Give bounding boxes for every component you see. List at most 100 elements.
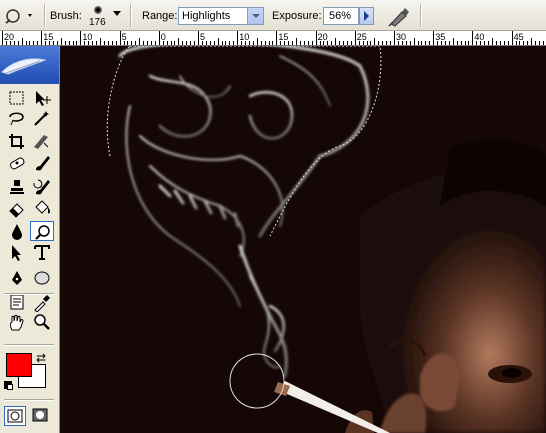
ruler-minor-tick (503, 41, 505, 45)
history-brush-tool[interactable] (30, 177, 54, 197)
ruler-minor-tick (9, 41, 11, 45)
ruler-minor-tick (484, 41, 486, 45)
arrow-pointer-icon (12, 245, 21, 261)
type-tool[interactable] (30, 242, 54, 262)
ruler-minor-tick (127, 41, 129, 45)
ruler-minor-tick (248, 41, 250, 45)
ruler-minor-tick (280, 41, 282, 45)
ruler-major-tick (511, 31, 513, 45)
slice-tool[interactable] (30, 131, 54, 151)
ellipse-tool[interactable] (30, 268, 54, 288)
ruler-minor-tick (296, 38, 297, 45)
move-tool[interactable] (30, 88, 54, 108)
dodge-tool[interactable] (30, 221, 54, 241)
pen-icon (12, 271, 22, 285)
quick-mask-button[interactable] (30, 406, 52, 426)
ruler-minor-tick (170, 41, 172, 45)
ruler-minor-tick (441, 41, 443, 45)
swap-colors-icon[interactable]: ⇄ (36, 351, 46, 365)
hand-icon (10, 314, 24, 331)
exposure-value: 56% (329, 10, 352, 22)
ruler-minor-tick (452, 38, 454, 45)
airbrush-button[interactable] (386, 4, 412, 28)
tool-preset-picker[interactable] (2, 5, 38, 26)
ruler-minor-tick (17, 41, 19, 45)
ruler-minor-tick (45, 41, 47, 45)
document-canvas[interactable] (60, 46, 546, 433)
ruler-minor-tick (405, 41, 407, 45)
ruler-minor-tick (68, 41, 70, 45)
ruler-minor-tick (182, 41, 184, 45)
ruler-minor-tick (350, 41, 352, 45)
exposure-field[interactable]: 56% (323, 7, 359, 25)
ruler-minor-tick (13, 41, 15, 45)
ruler-minor-tick (319, 41, 321, 45)
ruler-minor-tick (96, 41, 98, 45)
ruler-minor-tick (56, 41, 58, 45)
ruler-minor-tick (201, 41, 203, 45)
ruler-major-tick (80, 31, 82, 45)
ruler-major-tick (237, 31, 239, 45)
horizontal-ruler: 20 15 10 5 0 5 10 15 20 25 30 35 40 45 (0, 31, 546, 46)
hand-tool[interactable] (5, 312, 29, 332)
ruler-minor-tick (268, 41, 270, 45)
clone-stamp-tool[interactable] (5, 177, 29, 197)
zoom-tool[interactable] (30, 312, 54, 332)
brush-tool[interactable] (30, 153, 54, 173)
ellipse-icon (34, 271, 50, 285)
foreground-color-swatch[interactable] (6, 353, 32, 377)
ruler-minor-tick (260, 41, 262, 45)
lasso-tool[interactable] (5, 108, 29, 128)
range-value: Highlights (182, 10, 231, 22)
pen-tool[interactable] (5, 268, 29, 288)
lasso-icon (9, 112, 24, 126)
ruler-minor-tick (5, 41, 7, 45)
standard-mode-button[interactable] (4, 406, 26, 426)
ruler-minor-tick (476, 41, 478, 45)
ruler-minor-tick (217, 38, 219, 45)
brush-preset-picker[interactable]: 176 (84, 2, 114, 29)
ruler-minor-tick (205, 41, 207, 45)
standard-mode-icon (7, 409, 23, 423)
move-icon (36, 91, 51, 106)
ruler-minor-tick (417, 41, 419, 45)
quick-mask-icon (32, 408, 48, 422)
ruler-major-tick (2, 31, 3, 45)
magic-wand-tool[interactable] (30, 108, 54, 128)
paint-bucket-tool[interactable] (30, 198, 54, 218)
eyedropper-tool[interactable] (30, 292, 54, 312)
ruler-major-tick (198, 31, 199, 45)
ruler-minor-tick (284, 41, 286, 45)
ruler-minor-tick (339, 41, 341, 45)
default-colors-icon[interactable] (4, 381, 13, 390)
ruler-minor-tick (131, 41, 133, 45)
bucket-icon (35, 200, 50, 214)
ruler-minor-tick (527, 41, 529, 45)
healing-brush-tool[interactable] (5, 153, 29, 173)
ruler-minor-tick (194, 41, 196, 45)
ruler-minor-tick (29, 41, 31, 45)
ruler-minor-tick (460, 41, 462, 45)
ruler-minor-tick (209, 41, 211, 45)
notes-tool[interactable] (5, 292, 29, 312)
exposure-slider-button[interactable] (359, 7, 374, 25)
ruler-minor-tick (382, 41, 384, 45)
ruler-minor-tick (421, 41, 423, 45)
ruler-minor-tick (264, 41, 266, 45)
eraser-tool[interactable] (5, 198, 29, 218)
ruler-minor-tick (331, 41, 333, 45)
ruler-minor-tick (409, 41, 411, 45)
ruler-major-tick (472, 31, 474, 45)
ruler-minor-tick (190, 41, 192, 45)
ruler-minor-tick (111, 41, 113, 45)
range-select[interactable]: Highlights (178, 7, 264, 25)
marquee-tool[interactable] (5, 88, 29, 108)
ruler-minor-tick (480, 41, 482, 45)
ruler-minor-tick (346, 41, 348, 45)
ruler-minor-tick (495, 41, 497, 45)
brush-dropdown-arrow-icon[interactable] (113, 11, 121, 16)
ruler-minor-tick (88, 41, 90, 45)
blur-tool[interactable] (5, 221, 29, 241)
crop-tool[interactable] (5, 131, 29, 151)
path-selection-tool[interactable] (5, 242, 29, 262)
